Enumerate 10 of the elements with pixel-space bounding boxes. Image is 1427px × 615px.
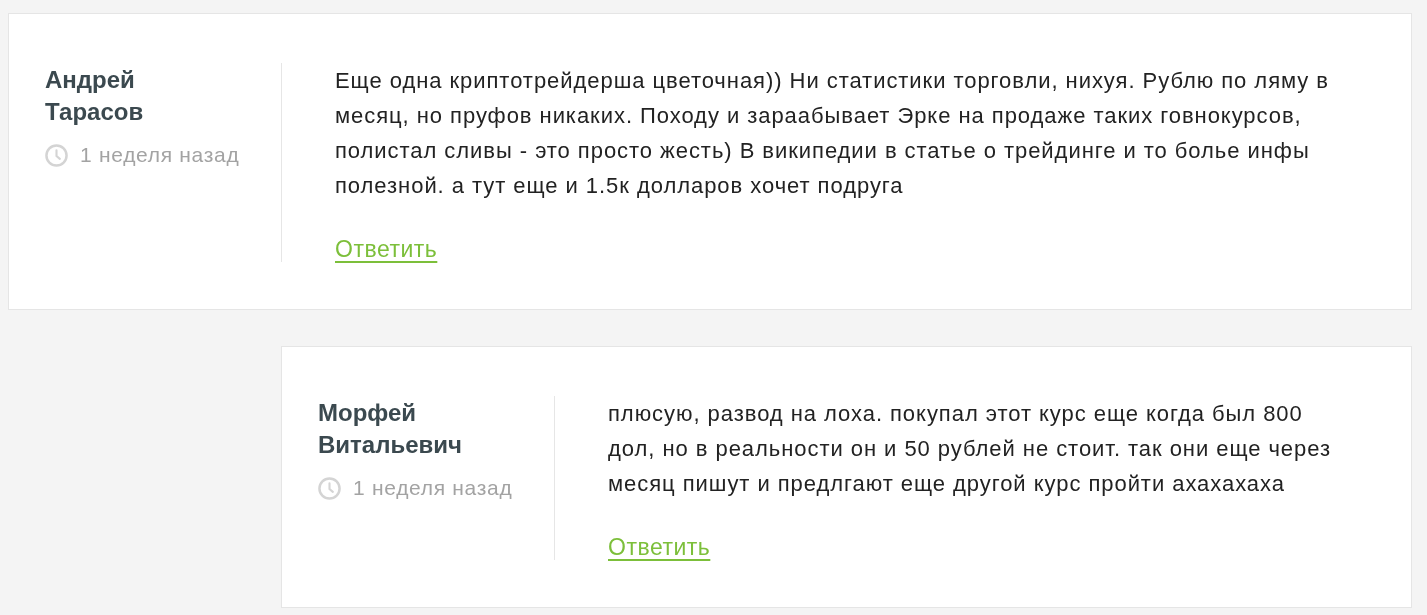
- author-name: Морфей Витальевич: [318, 398, 463, 460]
- clock-icon: [318, 476, 341, 500]
- comment-time: 1 неделя назад: [80, 142, 240, 168]
- author-name: Андрей Тарасов: [45, 65, 145, 127]
- comment-text: плюсую, развод на лоха. покупал этот курс еще когда был 800 дол, но в реальности он и 50 рублей не стоит. так они еще через месяц пишут и предлгают еще другой курс пройти ахахахаха: [608, 400, 1332, 498]
- clock-icon: [45, 143, 68, 167]
- reply-link[interactable]: Ответить: [335, 236, 438, 262]
- reply-link[interactable]: Ответить: [608, 534, 711, 560]
- comment-time: 1 неделя назад: [353, 475, 513, 501]
- comment-text: Еще одна криптотрейдерша цветочная)) Ни статистики торговли, нихуя. Рублю по ляму в месяц, но пруфов никаких. Походу и зараабывает Эрке на продаже таких говнокурсов, полистал сливы - это просто жесть) В википедии в статье о трейдинге и то болье инфы полезной. а тут еще и 1.5к долларов хочет подруга: [335, 67, 1330, 200]
